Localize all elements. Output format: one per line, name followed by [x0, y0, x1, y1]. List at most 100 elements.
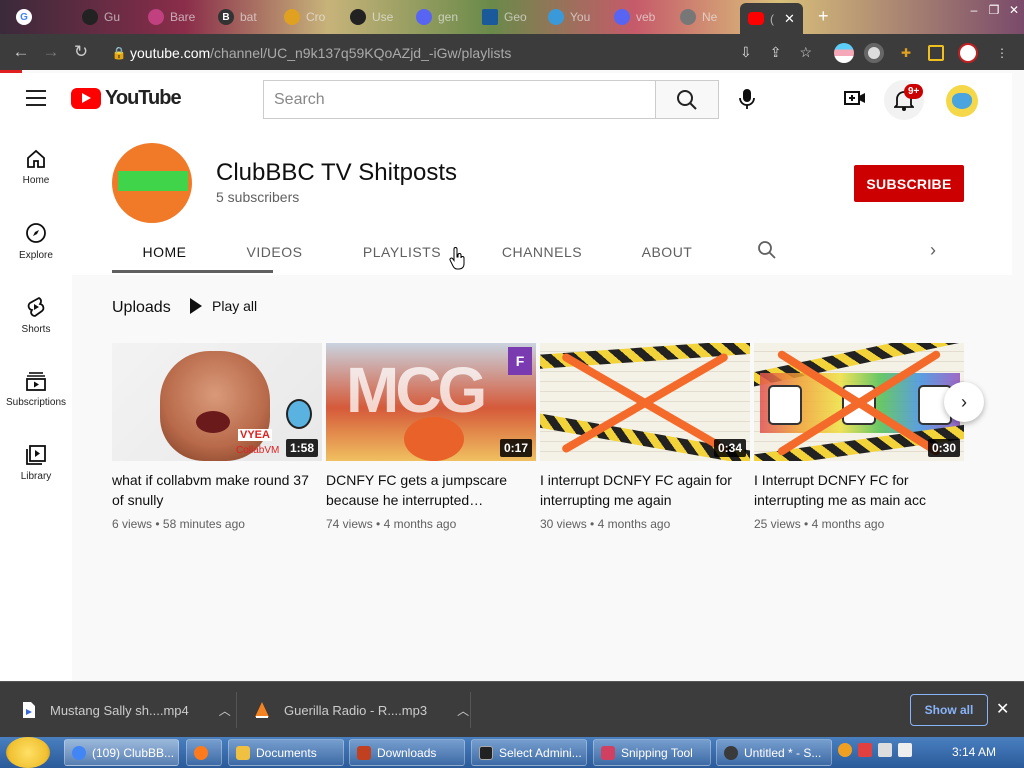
- search-input[interactable]: Search: [263, 80, 656, 119]
- url-field[interactable]: 🔒 youtube.com/channel/UC_n9k137q59KQoAZj…: [108, 39, 824, 66]
- browser-tab-active[interactable]: ( ✕: [740, 3, 803, 34]
- bookmark-star-icon[interactable]: ☆: [799, 44, 812, 61]
- taskbar-item-cmd[interactable]: Select Admini...: [471, 739, 587, 766]
- download-item[interactable]: Mustang Sally sh....mp4 ︿: [22, 682, 231, 738]
- browser-tab[interactable]: Ne: [672, 4, 725, 30]
- extension-icon[interactable]: [834, 43, 854, 63]
- video-thumbnail[interactable]: VYEA CollabVM 1:58: [112, 343, 322, 461]
- browser-tab[interactable]: G: [8, 4, 40, 30]
- tab-about[interactable]: ABOUT: [632, 230, 702, 273]
- voice-search-button[interactable]: [732, 84, 762, 114]
- lock-icon: 🔒: [111, 45, 127, 60]
- sidebar-item-library[interactable]: Library: [0, 433, 72, 493]
- search-button[interactable]: [655, 80, 719, 119]
- security-icon[interactable]: [858, 743, 872, 757]
- browser-tab[interactable]: B bat: [210, 4, 265, 30]
- video-card[interactable]: 0:30 I Interrupt DCNFY FC for interrupti…: [754, 343, 964, 531]
- close-tab-icon[interactable]: ✕: [784, 11, 795, 27]
- download-bar: Mustang Sally sh....mp4 ︿ Guerilla Radio…: [0, 681, 1024, 737]
- sidebar-item-shorts[interactable]: Shorts: [0, 285, 72, 345]
- menu-icon[interactable]: [26, 90, 46, 106]
- play-all-button[interactable]: Play all: [190, 298, 257, 314]
- taskbar-item-documents[interactable]: Documents: [228, 739, 344, 766]
- download-item[interactable]: Guerilla Radio - R....mp3 ︿: [254, 682, 469, 738]
- taskbar-item-snipping-tool[interactable]: Snipping Tool: [593, 739, 711, 766]
- search-tray-icon[interactable]: [838, 743, 852, 757]
- close-window-icon[interactable]: ✕: [1004, 2, 1024, 20]
- taskbar-item-firefox[interactable]: [186, 739, 222, 766]
- chevron-right-icon[interactable]: ›: [930, 240, 950, 262]
- create-video-button[interactable]: [843, 86, 867, 110]
- sidepanel-icon[interactable]: [928, 45, 944, 61]
- video-card[interactable]: 0:34 I interrupt DCNFY FC again for inte…: [540, 343, 750, 531]
- browser-tab[interactable]: You: [540, 4, 598, 30]
- browser-tab[interactable]: Use: [342, 4, 401, 30]
- subscribe-button[interactable]: SUBSCRIBE: [854, 165, 964, 202]
- more-menu-icon[interactable]: ⋮: [992, 43, 1012, 63]
- user-avatar[interactable]: [946, 85, 978, 117]
- share-icon[interactable]: ⇪: [770, 44, 782, 61]
- view-count: 6 views: [112, 517, 153, 531]
- channel-search-button[interactable]: [757, 240, 779, 262]
- github-icon: [350, 9, 366, 25]
- shelf-next-button[interactable]: ›: [944, 382, 984, 422]
- video-meta: 25 views • 4 months ago: [754, 517, 885, 531]
- network-icon[interactable]: [878, 743, 892, 757]
- url-text: youtube.com/channel/UC_n9k137q59KQoAZjd_…: [130, 45, 511, 61]
- chevron-up-icon[interactable]: ︿: [457, 702, 469, 719]
- taskbar-clock[interactable]: 3:14 AM: [952, 745, 996, 759]
- install-icon[interactable]: ⇩: [740, 44, 752, 61]
- video-card[interactable]: MCG F 0:17 DCNFY FC gets a jumpscare bec…: [326, 343, 536, 531]
- show-all-downloads-button[interactable]: Show all: [910, 694, 988, 726]
- chevron-up-icon[interactable]: ︿: [219, 702, 231, 719]
- close-download-bar-icon[interactable]: ✕: [996, 699, 1009, 719]
- browser-tab[interactable]: Bare: [140, 4, 203, 30]
- play-all-label: Play all: [212, 298, 258, 314]
- section-title[interactable]: Uploads: [112, 299, 171, 317]
- browser-tab[interactable]: Gu: [74, 4, 128, 30]
- video-title[interactable]: I Interrupt DCNFY FC for interrupting me…: [754, 470, 964, 510]
- back-icon[interactable]: ←: [6, 37, 36, 67]
- thumbnail-text: MCG: [346, 354, 487, 426]
- reload-icon[interactable]: ↻: [66, 37, 96, 67]
- video-card[interactable]: VYEA CollabVM 1:58 what if collabvm make…: [112, 343, 322, 531]
- taskbar-item-untitled[interactable]: Untitled * - S...: [716, 739, 832, 766]
- sidebar-item-explore[interactable]: Explore: [0, 211, 72, 271]
- video-thumbnail[interactable]: MCG F 0:17: [326, 343, 536, 461]
- view-count: 25 views: [754, 517, 801, 531]
- youtube-icon: [748, 12, 764, 25]
- browser-tab[interactable]: gen: [408, 4, 466, 30]
- taskbar-item-label: (109) ClubBB...: [92, 745, 175, 760]
- start-button[interactable]: [6, 737, 50, 768]
- site-icon: [148, 9, 164, 25]
- video-thumbnail[interactable]: 0:34: [540, 343, 750, 461]
- tab-channels[interactable]: CHANNELS: [492, 230, 592, 273]
- taskbar-item-chrome[interactable]: (109) ClubBB...: [64, 739, 179, 766]
- upload-age: 58 minutes ago: [162, 517, 245, 531]
- browser-tab[interactable]: veb: [606, 4, 663, 30]
- sidebar-item-subscriptions[interactable]: Subscriptions: [0, 359, 72, 419]
- browser-tab[interactable]: Geo: [474, 4, 535, 30]
- video-thumbnail[interactable]: 0:30: [754, 343, 964, 461]
- new-tab-button[interactable]: +: [818, 6, 829, 26]
- tab-videos[interactable]: VIDEOS: [232, 230, 317, 273]
- forward-icon[interactable]: →: [36, 37, 66, 67]
- youtube-logo[interactable]: YouTube: [71, 87, 182, 110]
- video-title[interactable]: what if collabvm make round 37 of snully: [112, 470, 322, 510]
- video-title[interactable]: I interrupt DCNFY FC again for interrupt…: [540, 470, 750, 510]
- tab-home[interactable]: HOME: [112, 230, 217, 273]
- extension-icon[interactable]: [864, 43, 884, 63]
- maximize-icon[interactable]: ❐: [984, 2, 1004, 20]
- video-duration: 1:58: [285, 439, 318, 457]
- profile-avatar[interactable]: [958, 43, 978, 63]
- tab-playlists[interactable]: PLAYLISTS: [352, 230, 452, 273]
- sidebar-item-home[interactable]: Home: [0, 137, 72, 197]
- volume-icon[interactable]: [898, 743, 912, 757]
- video-title[interactable]: DCNFY FC gets a jumpscare because he int…: [326, 470, 536, 510]
- puzzle-extensions-icon[interactable]: ✚: [896, 43, 916, 63]
- browser-tab[interactable]: Cro: [276, 4, 333, 30]
- minimize-icon[interactable]: –: [964, 2, 984, 20]
- taskbar-item-downloads[interactable]: Downloads: [349, 739, 465, 766]
- notification-badge: 9+: [904, 84, 924, 99]
- taskbar-item-label: Select Admini...: [499, 745, 582, 760]
